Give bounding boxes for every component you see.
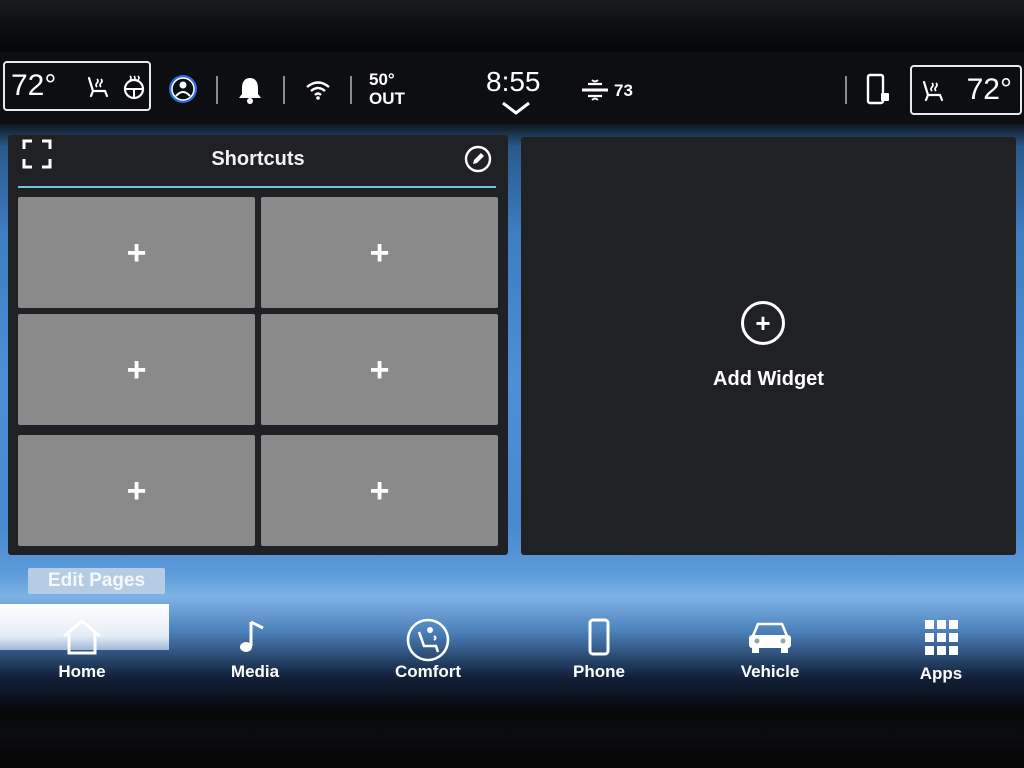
- heated-wheel-icon: [121, 74, 147, 105]
- heated-seat-icon: [85, 75, 111, 104]
- edit-pages-button[interactable]: Edit Pages: [28, 568, 165, 594]
- nav-vehicle[interactable]: Vehicle: [715, 618, 825, 682]
- edit-pencil-icon[interactable]: [464, 145, 492, 178]
- nav-home[interactable]: Home: [27, 618, 137, 682]
- outside-temp-value: 50°: [369, 70, 395, 89]
- nav-media-label: Media: [230, 662, 280, 681]
- status-bar: 72° 50° OUT 8:55 73 72°: [0, 52, 1024, 124]
- add-shortcut-icon: +: [369, 350, 390, 389]
- add-widget-panel[interactable]: + Add Widget: [521, 137, 1016, 555]
- nav-comfort[interactable]: Comfort: [373, 618, 483, 682]
- nav-home-label: Home: [58, 662, 106, 681]
- shortcut-slot[interactable]: +: [18, 197, 255, 308]
- shortcuts-panel: Shortcuts + + + + + +: [8, 135, 508, 555]
- status-divider: [283, 76, 285, 104]
- add-shortcut-icon: +: [126, 233, 147, 272]
- passenger-temp: 72°: [966, 73, 1012, 106]
- driver-profile-icon[interactable]: [167, 73, 199, 110]
- nav-phone[interactable]: Phone: [544, 618, 654, 682]
- chevron-down-icon[interactable]: [501, 100, 531, 121]
- fan-icon: [580, 78, 610, 107]
- driver-temp: 72°: [11, 69, 57, 102]
- add-circle-icon[interactable]: +: [741, 301, 785, 345]
- nav-media[interactable]: Media: [200, 618, 310, 682]
- outside-temperature: 50° OUT: [369, 70, 405, 108]
- shortcut-slot[interactable]: +: [18, 435, 255, 546]
- outside-temp-label: OUT: [369, 89, 405, 108]
- car-icon: [749, 622, 791, 653]
- status-divider: [216, 76, 218, 104]
- phone-icon: [588, 618, 610, 656]
- clock: 8:55: [486, 66, 541, 97]
- music-note-icon: [240, 620, 264, 652]
- add-widget-plus: +: [755, 307, 771, 338]
- passenger-climate-control[interactable]: 72°: [910, 65, 1022, 115]
- add-widget-label: Add Widget: [713, 368, 824, 390]
- nav-apps[interactable]: Apps: [886, 618, 996, 684]
- status-divider: [350, 76, 352, 104]
- shortcut-slot[interactable]: +: [261, 435, 498, 546]
- add-shortcut-icon: +: [126, 350, 147, 389]
- shortcuts-title: Shortcuts: [211, 148, 305, 170]
- shortcut-slot[interactable]: +: [261, 314, 498, 425]
- comfort-seat-icon: [406, 618, 450, 662]
- add-shortcut-icon: +: [369, 233, 390, 272]
- nav-apps-label: Apps: [919, 664, 963, 683]
- phone-projection-icon[interactable]: [866, 73, 892, 112]
- apps-grid-icon: [925, 620, 958, 655]
- driver-climate-control[interactable]: 72°: [3, 61, 151, 111]
- shortcut-slot[interactable]: +: [18, 314, 255, 425]
- nav-vehicle-label: Vehicle: [740, 662, 800, 681]
- heated-seat-icon: [920, 79, 948, 108]
- add-shortcut-icon: +: [369, 471, 390, 510]
- nav-phone-label: Phone: [573, 662, 625, 681]
- shortcut-slot[interactable]: +: [261, 197, 498, 308]
- add-shortcut-icon: +: [126, 471, 147, 510]
- fan-value: 73: [614, 81, 633, 100]
- home-icon: [63, 619, 101, 655]
- nav-comfort-label: Comfort: [394, 662, 462, 681]
- wifi-icon: [305, 80, 331, 105]
- top-bezel: [0, 0, 1024, 52]
- status-divider: [845, 76, 847, 104]
- shortcuts-underline: [18, 186, 496, 188]
- notification-bell-icon[interactable]: [236, 75, 264, 110]
- bottom-bezel: [0, 712, 1024, 768]
